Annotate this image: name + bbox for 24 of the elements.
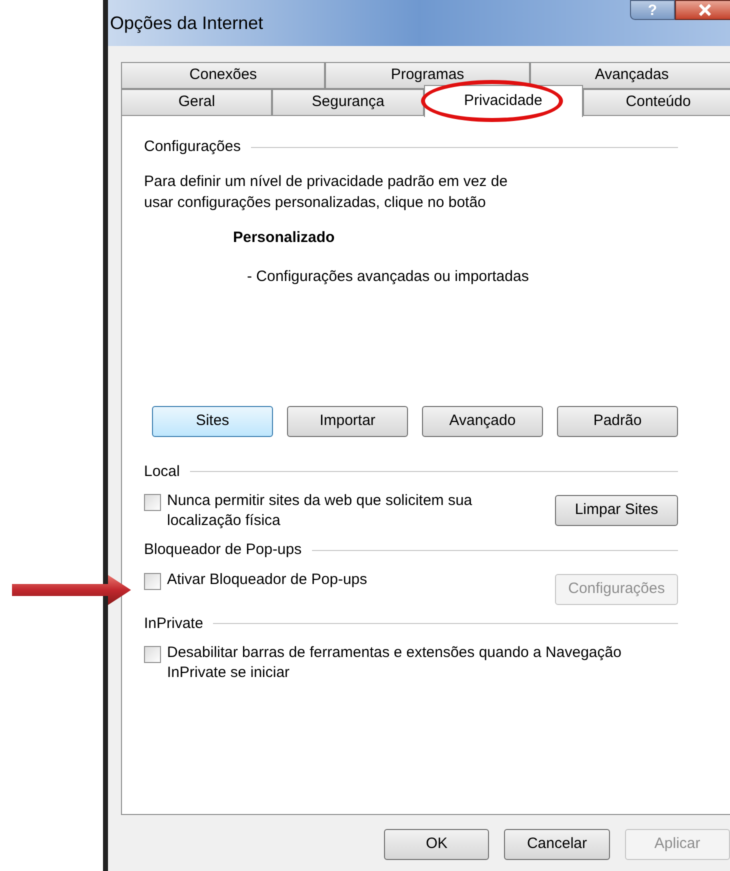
section-button[interactable]: Limpar Sites [555, 495, 678, 526]
settings-button[interactable]: Padrão [557, 406, 678, 436]
checkbox-label: Nunca permitir sites da web que solicitem sua localização física [167, 491, 474, 531]
tab[interactable]: Conexões [121, 62, 326, 89]
group-heading: Configurações [144, 137, 241, 157]
checkbox-label: Desabilitar barras de ferramentas e extensões quando a Navegação InPrivate se iniciar [167, 643, 622, 683]
checkbox-label: Ativar Bloqueador de Pop-ups [167, 570, 368, 590]
tab[interactable]: Privacidade [424, 85, 583, 117]
settings-button[interactable]: Importar [287, 406, 408, 436]
settings-button[interactable]: Sites [152, 406, 273, 436]
description-text: Para definir um nível de privacidade padrão em vez de usar configurações personalizadas, clique no botão [144, 172, 509, 212]
privacy-level-name: Personalizado [233, 228, 335, 248]
dialog-button[interactable]: Cancelar [504, 829, 610, 860]
settings-button[interactable]: Avançado [422, 406, 543, 436]
tab[interactable]: Avançadas [530, 62, 730, 89]
group-heading: Local [144, 462, 180, 482]
privacy-level-description: - Configurações avançadas ou importadas [247, 267, 529, 287]
tab[interactable]: Conteúdo [582, 89, 730, 116]
dialog-button[interactable]: OK [384, 829, 490, 860]
tab[interactable]: Geral [121, 89, 272, 116]
group-heading: InPrivate [144, 614, 204, 634]
group-heading: Bloqueador de Pop-ups [144, 540, 302, 560]
tab[interactable]: Segurança [272, 89, 424, 116]
window-title: Opções da Internet [110, 12, 264, 35]
